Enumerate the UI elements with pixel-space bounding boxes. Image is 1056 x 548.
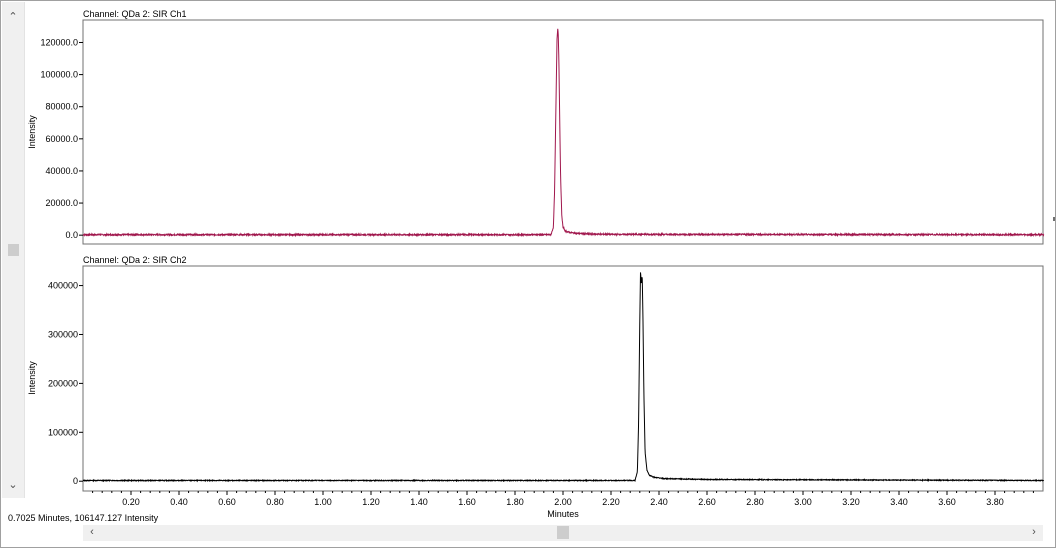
y-tick-label-ch1: 120000.0 <box>40 37 78 47</box>
y-axis-ch2: 0 100000 200000 300000 400000 <box>48 281 83 486</box>
cursor-status-text: 0.7025 Minutes, 106147.127 Intensity <box>8 513 159 523</box>
x-tick-label: 2.00 <box>554 497 572 507</box>
x-tick-label: 2.60 <box>698 497 716 507</box>
x-tick-label: 0.80 <box>266 497 284 507</box>
x-tick-label: 0.40 <box>170 497 188 507</box>
y-tick-label-ch1: 80000.0 <box>45 102 78 112</box>
x-axis: 0.20 0.40 0.60 0.80 1.00 1.20 1.40 1.60 1.80 2.00… <box>92 491 1034 507</box>
x-tick-label: 1.00 <box>314 497 332 507</box>
scroll-left-icon[interactable]: ‹ <box>85 525 99 539</box>
x-tick-label: 3.60 <box>938 497 956 507</box>
plot-area-ch2[interactable] <box>82 265 1044 492</box>
y-tick-label-ch1: 20000.0 <box>45 198 78 208</box>
x-tick-label: 3.00 <box>794 497 812 507</box>
chromatogram-plots: Channel: QDa 2: SIR Ch1 Intensity 0.0 200… <box>27 9 1045 519</box>
scroll-right-icon[interactable]: › <box>1027 525 1041 539</box>
x-tick-label: 3.40 <box>890 497 908 507</box>
y-tick-label-ch1: 100000.0 <box>40 70 78 80</box>
y-tick-label-ch1: 40000.0 <box>45 166 78 176</box>
x-tick-label: 3.20 <box>842 497 860 507</box>
y-tick-label-ch2: 0 <box>73 476 78 486</box>
horizontal-scrollbar[interactable]: ‹ › <box>83 525 1043 541</box>
x-tick-label: 0.20 <box>122 497 140 507</box>
x-tick-label: 2.20 <box>602 497 620 507</box>
plot-panel-ch1: Channel: QDa 2: SIR Ch1 Intensity 0.0 200… <box>27 9 1045 245</box>
plot-title-ch2: Channel: QDa 2: SIR Ch2 <box>83 255 187 265</box>
plot-title-ch1: Channel: QDa 2: SIR Ch1 <box>83 9 187 19</box>
chromatogram-window: ⌃ ⌄ Channel: QDa 2: SIR Ch1 Intensity 0.… <box>0 0 1056 548</box>
y-tick-label-ch2: 300000 <box>48 329 78 339</box>
x-tick-label: 1.80 <box>506 497 524 507</box>
x-tick-label: 1.20 <box>362 497 380 507</box>
y-tick-label-ch2: 400000 <box>48 281 78 291</box>
x-tick-label: 2.80 <box>746 497 764 507</box>
x-tick-label: 1.40 <box>410 497 428 507</box>
x-tick-label: 0.60 <box>218 497 236 507</box>
y-axis-label-ch1: Intensity <box>27 115 37 149</box>
x-tick-label: 3.80 <box>986 497 1004 507</box>
splitter-mark <box>1053 217 1055 221</box>
y-axis-ch1: 0.0 20000.0 40000.0 60000.0 80000.0 100000.0 1… <box>40 37 83 240</box>
y-tick-label-ch1: 0.0 <box>65 230 78 240</box>
x-tick-label: 2.40 <box>650 497 668 507</box>
x-axis-label: Minutes <box>547 509 579 519</box>
plot-panel-ch2: Channel: QDa 2: SIR Ch2 Intensity 0 10000… <box>27 255 1045 519</box>
y-tick-label-ch2: 200000 <box>48 378 78 388</box>
y-axis-label-ch2: Intensity <box>27 361 37 395</box>
x-tick-label: 1.60 <box>458 497 476 507</box>
horizontal-scroll-thumb[interactable] <box>557 526 569 539</box>
y-tick-label-ch1: 60000.0 <box>45 134 78 144</box>
plot-area-ch1[interactable] <box>82 19 1044 245</box>
y-tick-label-ch2: 100000 <box>48 427 78 437</box>
